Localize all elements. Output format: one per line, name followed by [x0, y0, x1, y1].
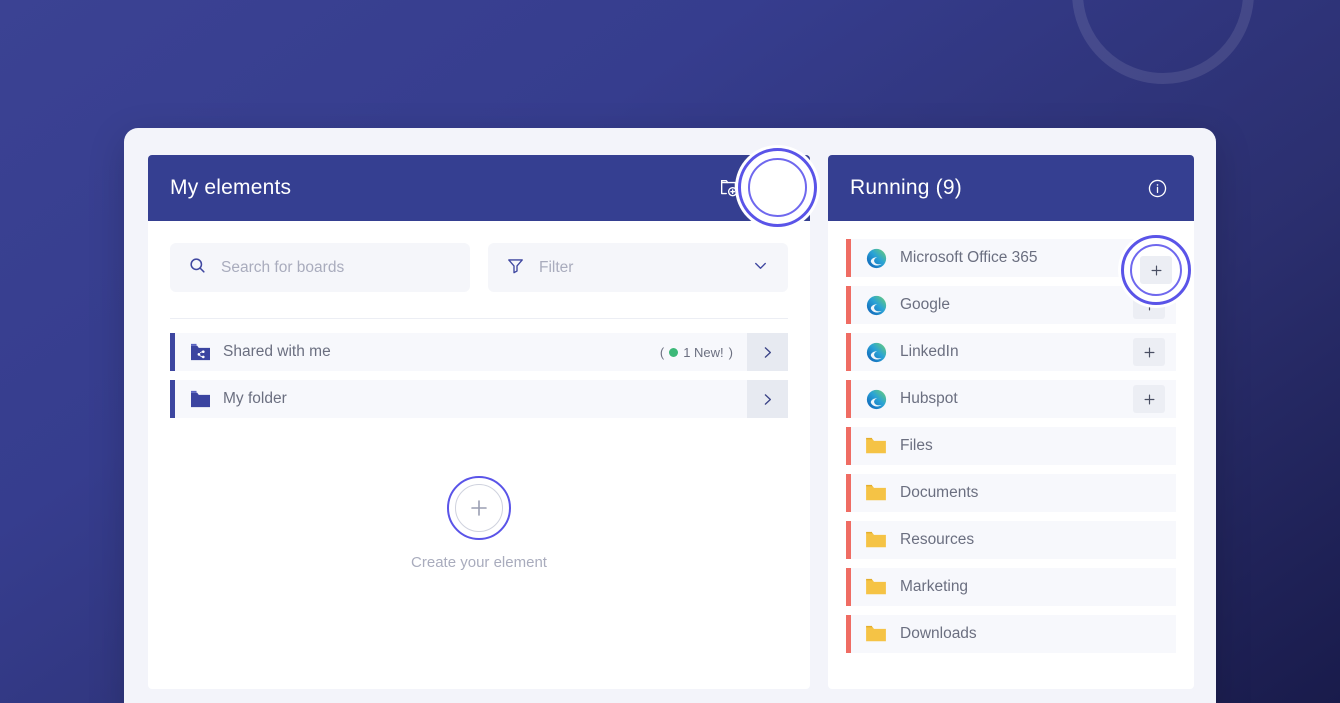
add-to-list-button[interactable]	[1133, 385, 1165, 413]
filter-placeholder: Filter	[539, 258, 574, 276]
my-elements-body: Search for boards Filter Shared with me …	[148, 221, 810, 689]
list-item-label: Shared with me	[223, 343, 331, 360]
running-panel: Running (9) Microsoft Office 365 Google …	[828, 155, 1194, 689]
plus-icon	[1144, 394, 1154, 404]
chevron-right-icon[interactable]	[747, 380, 788, 418]
add-to-list-button[interactable]	[1133, 338, 1165, 366]
list-item-label: LinkedIn	[900, 343, 959, 360]
list-item[interactable]: Resources	[846, 521, 1176, 559]
new-indicator-dot	[669, 347, 679, 357]
duplicate-folder-add-icon[interactable]	[714, 173, 744, 203]
page-title: My elements	[170, 176, 292, 199]
my-elements-panel: My elements Search for boards Filter Sha…	[148, 155, 810, 689]
badge-open-paren: (	[659, 344, 665, 360]
main-card: My elements Search for boards Filter Sha…	[124, 128, 1216, 703]
list-item-label: My folder	[223, 390, 287, 407]
list-item[interactable]: Google	[846, 286, 1176, 324]
status-badge: ( 1 New! )	[660, 345, 747, 360]
filter-icon	[506, 256, 525, 280]
badge-close-paren: )	[728, 344, 733, 360]
decorative-ring	[1072, 0, 1254, 84]
add-to-list-button[interactable]	[1133, 291, 1165, 319]
list-item[interactable]: Marketing	[846, 568, 1176, 606]
list-item[interactable]: LinkedIn	[846, 333, 1176, 371]
plus-icon	[1144, 347, 1154, 357]
edge-browser-icon	[864, 248, 888, 269]
list-item[interactable]: My folder	[170, 380, 788, 418]
app-root: My elements Search for boards Filter Sha…	[0, 0, 1340, 703]
chevron-down-icon[interactable]	[751, 256, 770, 280]
edge-browser-icon	[864, 389, 888, 410]
list-item-label: Files	[900, 437, 933, 454]
running-body: Microsoft Office 365 Google LinkedIn Hub…	[828, 221, 1194, 689]
list-item-label: Documents	[900, 484, 979, 501]
list-item-label: Resources	[900, 531, 975, 548]
toolbar-controls: Search for boards Filter	[170, 243, 788, 292]
create-element-inner-circle	[455, 484, 503, 532]
create-element-label: Create your element	[411, 554, 547, 571]
folder-icon	[187, 390, 213, 409]
list-item[interactable]: Documents	[846, 474, 1176, 512]
list-item-label: Hubspot	[900, 390, 958, 407]
create-element-button[interactable]	[447, 476, 511, 540]
header-add-highlighted-icon[interactable]	[764, 174, 791, 201]
folder-yellow-icon	[864, 484, 888, 502]
search-icon	[188, 256, 207, 280]
list-item[interactable]: Microsoft Office 365	[846, 239, 1176, 277]
divider	[170, 318, 788, 319]
plus-icon	[1144, 300, 1154, 310]
create-element-area: Create your element	[170, 476, 788, 571]
list-item-label: Google	[900, 296, 950, 313]
edge-browser-icon	[864, 295, 888, 316]
shared-folder-icon	[187, 343, 213, 362]
search-input[interactable]: Search for boards	[170, 243, 470, 292]
list-item[interactable]: Downloads	[846, 615, 1176, 653]
plus-icon	[1151, 265, 1161, 275]
running-header: Running (9)	[828, 155, 1194, 221]
folder-yellow-icon	[864, 531, 888, 549]
list-item[interactable]: Shared with me ( 1 New! )	[170, 333, 788, 371]
badge-text: 1 New!	[683, 344, 724, 360]
list-item-label: Marketing	[900, 578, 969, 595]
list-item-label: Downloads	[900, 625, 977, 642]
running-title: Running (9)	[850, 176, 962, 199]
folder-yellow-icon	[864, 625, 888, 643]
folder-yellow-icon	[864, 578, 888, 596]
list-item-label: Microsoft Office 365	[900, 249, 1038, 266]
list-item[interactable]: Files	[846, 427, 1176, 465]
folder-yellow-icon	[864, 437, 888, 455]
edge-browser-icon	[864, 342, 888, 363]
chevron-right-icon[interactable]	[747, 333, 788, 371]
info-icon[interactable]	[1142, 173, 1172, 203]
my-elements-header: My elements	[148, 155, 810, 221]
filter-dropdown[interactable]: Filter	[488, 243, 788, 292]
plus-icon	[471, 500, 487, 516]
panels-container: My elements Search for boards Filter Sha…	[148, 155, 1194, 689]
search-placeholder: Search for boards	[221, 258, 345, 276]
list-item[interactable]: Hubspot	[846, 380, 1176, 418]
row-add-highlighted-button[interactable]	[1140, 256, 1172, 284]
